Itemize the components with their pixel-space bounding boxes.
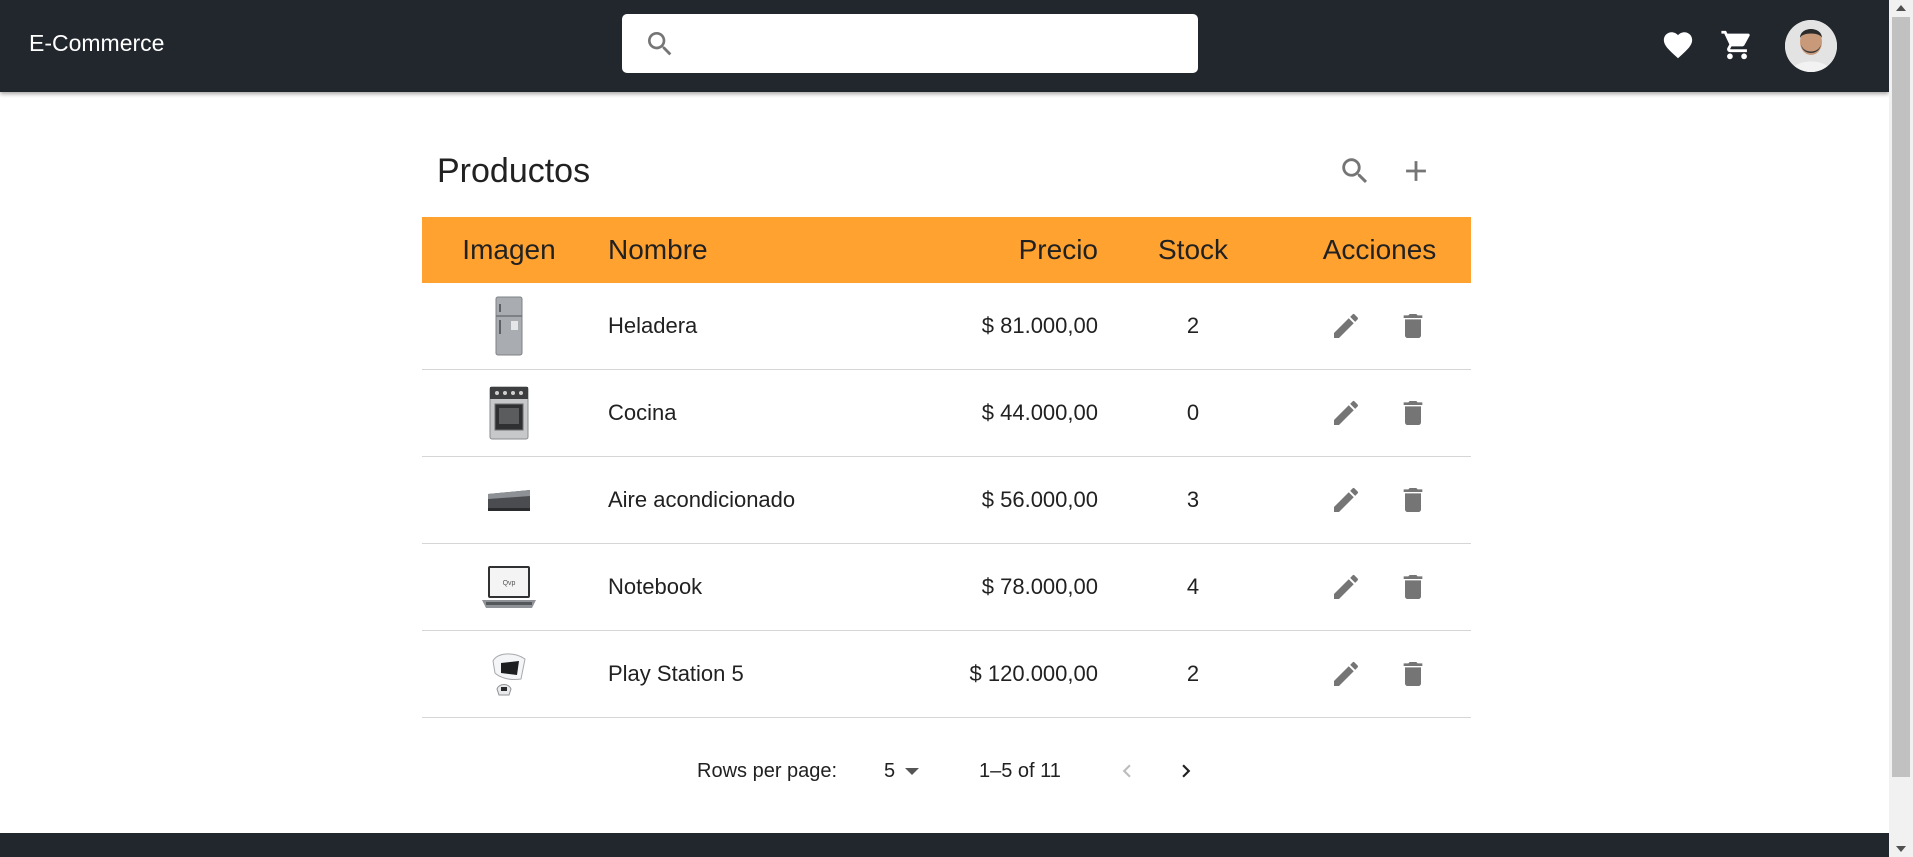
products-table: Imagen Nombre Precio Stock Acciones Hela… bbox=[422, 217, 1471, 718]
product-price: $ 44.000,00 bbox=[884, 369, 1098, 457]
air-conditioner-image bbox=[488, 489, 530, 511]
product-price: $ 56.000,00 bbox=[884, 456, 1098, 544]
brand-title[interactable]: E-Commerce bbox=[29, 30, 164, 57]
row-actions bbox=[1288, 456, 1471, 544]
app-bar: E-Commerce bbox=[0, 0, 1889, 92]
fridge-image bbox=[495, 296, 523, 356]
table-header-row: Imagen Nombre Precio Stock Acciones bbox=[422, 217, 1471, 283]
delete-icon[interactable] bbox=[1397, 484, 1429, 516]
product-price: $ 81.000,00 bbox=[884, 283, 1098, 370]
svg-text:Qvp: Qvp bbox=[503, 580, 516, 587]
cart-icon[interactable] bbox=[1720, 28, 1754, 62]
stove-image bbox=[489, 386, 529, 440]
edit-icon[interactable] bbox=[1330, 310, 1362, 342]
rows-per-page-value: 5 bbox=[884, 760, 896, 782]
search-icon bbox=[648, 32, 672, 56]
product-image-cell: Qvp bbox=[422, 543, 596, 631]
vertical-scrollbar[interactable] bbox=[1889, 0, 1913, 857]
row-actions bbox=[1288, 369, 1471, 457]
delete-icon[interactable] bbox=[1397, 397, 1429, 429]
avatar[interactable] bbox=[1785, 20, 1837, 72]
add-icon[interactable] bbox=[1399, 154, 1433, 188]
page-title: Productos bbox=[437, 152, 591, 190]
edit-icon[interactable] bbox=[1330, 484, 1362, 516]
row-actions bbox=[1288, 543, 1471, 631]
product-name: Play Station 5 bbox=[596, 630, 884, 718]
pagination-range: 1–5 of 11 bbox=[979, 760, 1061, 782]
product-price: $ 78.000,00 bbox=[884, 543, 1098, 631]
product-image-cell bbox=[422, 369, 596, 457]
next-page-icon[interactable] bbox=[1173, 758, 1199, 784]
column-header-image: Imagen bbox=[462, 234, 556, 265]
scroll-up-icon[interactable] bbox=[1896, 4, 1906, 12]
product-stock: 2 bbox=[1098, 630, 1288, 718]
search-icon[interactable] bbox=[1338, 154, 1372, 188]
scroll-down-icon[interactable] bbox=[1896, 845, 1906, 853]
footer-bar bbox=[0, 833, 1889, 857]
table-row: Aire acondicionado $ 56.000,00 3 bbox=[422, 456, 1471, 544]
playstation-image bbox=[492, 653, 526, 696]
product-image-cell bbox=[422, 456, 596, 544]
row-actions bbox=[1288, 283, 1471, 370]
table-pagination: Rows per page: 5 1–5 of 11 bbox=[422, 746, 1459, 796]
delete-icon[interactable] bbox=[1397, 571, 1429, 603]
scrollbar-thumb[interactable] bbox=[1892, 17, 1910, 777]
search-input[interactable] bbox=[694, 22, 1188, 66]
table-row: Heladera $ 81.000,00 2 bbox=[422, 283, 1471, 370]
column-header-stock: Stock bbox=[1157, 234, 1229, 265]
product-name: Aire acondicionado bbox=[596, 456, 884, 544]
table-row: Play Station 5 $ 120.000,00 2 bbox=[422, 630, 1471, 718]
product-stock: 3 bbox=[1098, 456, 1288, 544]
avatar-image bbox=[1785, 20, 1837, 72]
column-header-price: Precio bbox=[1018, 234, 1098, 265]
product-name: Notebook bbox=[596, 543, 884, 631]
edit-icon[interactable] bbox=[1330, 571, 1362, 603]
previous-page-icon[interactable] bbox=[1114, 758, 1140, 784]
rows-per-page-label: Rows per page: bbox=[697, 760, 838, 782]
product-image-cell bbox=[422, 283, 596, 370]
row-actions bbox=[1288, 630, 1471, 718]
chevron-down-icon bbox=[905, 768, 919, 775]
product-stock: 0 bbox=[1098, 369, 1288, 457]
table-row: Cocina $ 44.000,00 0 bbox=[422, 369, 1471, 457]
notebook-image: Qvp bbox=[482, 566, 536, 608]
edit-icon[interactable] bbox=[1330, 658, 1362, 690]
heart-icon[interactable] bbox=[1661, 28, 1695, 62]
product-stock: 2 bbox=[1098, 283, 1288, 370]
table-row: Qvp Notebook $ 78.000,00 4 bbox=[422, 543, 1471, 631]
product-image-cell bbox=[422, 630, 596, 718]
product-name: Heladera bbox=[596, 283, 884, 370]
delete-icon[interactable] bbox=[1397, 658, 1429, 690]
column-header-name: Nombre bbox=[608, 234, 708, 265]
delete-icon[interactable] bbox=[1397, 310, 1429, 342]
product-name: Cocina bbox=[596, 369, 884, 457]
product-price: $ 120.000,00 bbox=[884, 630, 1098, 718]
search-box[interactable] bbox=[622, 14, 1198, 73]
product-stock: 4 bbox=[1098, 543, 1288, 631]
edit-icon[interactable] bbox=[1330, 397, 1362, 429]
column-header-actions: Acciones bbox=[1322, 234, 1437, 265]
